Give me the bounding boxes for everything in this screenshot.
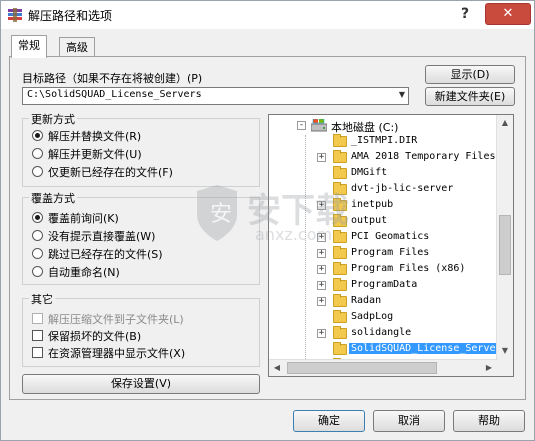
folder-icon [333, 326, 347, 339]
folder-icon [333, 134, 347, 147]
tree-item-label: SadpLog [351, 311, 394, 322]
checkbox-keep-broken-files[interactable] [32, 330, 43, 341]
radio-overwrite-without-prompt[interactable] [32, 230, 43, 241]
expand-icon[interactable]: + [317, 265, 326, 274]
folder-icon [333, 166, 347, 179]
close-button[interactable]: ✕ [485, 3, 531, 25]
tree-root-label: 本地磁盘 (C:) [331, 121, 399, 134]
tree-item-selected[interactable]: SolidSQUAD_License_Serve [269, 342, 499, 358]
folder-icon [333, 342, 347, 355]
radio-skip-existing-label[interactable]: 跳过已经存在的文件(S) [48, 246, 163, 262]
folder-icon [333, 150, 347, 163]
radio-auto-rename-label[interactable]: 自动重命名(N) [48, 264, 120, 280]
update-mode-title: 更新方式 [29, 111, 77, 127]
save-settings-button[interactable]: 保存设置(V) [22, 374, 260, 394]
tree-item-label: Program Files (x86) [351, 263, 466, 274]
help-button[interactable]: 帮助 [453, 410, 525, 432]
expand-icon[interactable]: + [317, 153, 326, 162]
tree-item[interactable]: + Program Files (x86) [269, 262, 499, 278]
tree-item-label: ProgramData [351, 279, 418, 290]
folder-icon [333, 278, 347, 291]
local-disk-icon [311, 119, 327, 132]
tree-item[interactable]: + solidangle [269, 326, 499, 342]
vertical-scroll-thumb[interactable] [499, 215, 511, 275]
checkbox-show-in-explorer-label[interactable]: 在资源管理器中显示文件(X) [48, 345, 185, 361]
tree-item-label: _ISTMPI.DIR [351, 135, 418, 146]
vertical-scrollbar[interactable]: ▲ ▼ [496, 115, 513, 376]
misc-title: 其它 [29, 291, 55, 307]
tree-item[interactable]: + Radan [269, 294, 499, 310]
radio-update-existing-label[interactable]: 仅更新已经存在的文件(F) [48, 164, 173, 180]
destination-path-value: C:\SolidSQUAD_License_Servers [27, 89, 202, 100]
radio-auto-rename[interactable] [32, 266, 43, 277]
tree-item-root[interactable]: - 本地磁盘 (C:) [269, 118, 499, 134]
scroll-up-icon[interactable]: ▲ [497, 115, 513, 131]
checkbox-keep-broken-files-label[interactable]: 保留损坏的文件(B) [48, 328, 141, 344]
tree-item-label: Program Files [351, 247, 430, 258]
horizontal-scroll-thumb[interactable] [287, 362, 437, 374]
tree-item[interactable]: + ProgramData [269, 278, 499, 294]
tree-item-label: PCI Geomatics [351, 231, 430, 242]
winrar-icon [8, 8, 22, 22]
tab-advanced[interactable]: 高级 [59, 37, 95, 57]
tree-item[interactable]: _ISTMPI.DIR [269, 134, 499, 150]
dropdown-arrow-icon[interactable]: ▼ [399, 90, 405, 99]
tree-item-label: dvt-jb-lic-server [351, 183, 454, 194]
cancel-button[interactable]: 取消 [373, 410, 445, 432]
horizontal-scrollbar[interactable]: ◀ ▶ [269, 359, 498, 376]
collapse-icon[interactable]: - [297, 121, 306, 130]
radio-ask-before-overwrite-label[interactable]: 覆盖前询问(K) [48, 210, 119, 226]
extraction-dialog: 解压路径和选项 ? ✕ 常规 高级 目标路径（如果不存在将被创建）(P) C:\… [0, 0, 535, 441]
radio-skip-existing[interactable] [32, 248, 43, 259]
scroll-right-icon[interactable]: ▶ [481, 360, 497, 376]
tree-item-label: AMA 2018 Temporary Files [351, 151, 496, 162]
ok-button[interactable]: 确定 [293, 410, 365, 432]
tree-item[interactable]: + AMA 2018 Temporary Files [269, 150, 499, 166]
radio-update-existing[interactable] [32, 166, 43, 177]
checkbox-extract-to-subfolders-label: 解压压缩文件到子文件夹(L) [48, 313, 184, 326]
expand-icon[interactable]: + [317, 281, 326, 290]
radio-extract-replace-label[interactable]: 解压并替换文件(R) [48, 128, 141, 144]
scroll-left-icon[interactable]: ◀ [269, 360, 285, 376]
new-folder-button[interactable]: 新建文件夹(E) [425, 87, 515, 106]
destination-label: 目标路径（如果不存在将被创建）(P) [22, 72, 203, 85]
show-button[interactable]: 显示(D) [425, 65, 515, 84]
tab-general[interactable]: 常规 [11, 35, 47, 58]
expand-icon[interactable]: + [317, 329, 326, 338]
scroll-down-icon[interactable]: ▼ [497, 343, 513, 359]
tree-item-label: SolidSQUAD_License_Serve [349, 343, 498, 354]
tree-item-label: Radan [351, 295, 382, 306]
folder-icon [333, 262, 347, 275]
expand-icon[interactable]: + [317, 297, 326, 306]
checkbox-show-in-explorer[interactable] [32, 347, 43, 358]
folder-icon [333, 294, 347, 307]
radio-extract-replace[interactable] [32, 130, 43, 141]
tree-item-label: DMGift [351, 167, 388, 178]
radio-overwrite-without-prompt-label[interactable]: 没有提示直接覆盖(W) [48, 228, 155, 244]
radio-ask-before-overwrite[interactable] [32, 212, 43, 223]
folder-icon [333, 310, 347, 323]
destination-path-combobox[interactable]: C:\SolidSQUAD_License_Servers ▼ [22, 87, 409, 105]
checkbox-extract-to-subfolders[interactable] [32, 313, 43, 324]
svg-text:安: 安 [210, 202, 232, 227]
overwrite-mode-title: 覆盖方式 [29, 190, 77, 206]
radio-extract-update-label[interactable]: 解压并更新文件(U) [48, 146, 142, 162]
site-watermark: 安 安下载 anxz.com [177, 179, 357, 259]
watermark-url: anxz.com [255, 225, 333, 244]
window-title: 解压路径和选项 [28, 9, 113, 23]
radio-extract-update[interactable] [32, 148, 43, 159]
tree-item[interactable]: SadpLog [269, 310, 499, 326]
tree-item-label: inetpub [351, 199, 394, 210]
help-icon[interactable]: ? [455, 4, 475, 24]
title-bar[interactable]: 解压路径和选项 ? ✕ [1, 1, 534, 29]
tree-item-label: solidangle [351, 327, 412, 338]
